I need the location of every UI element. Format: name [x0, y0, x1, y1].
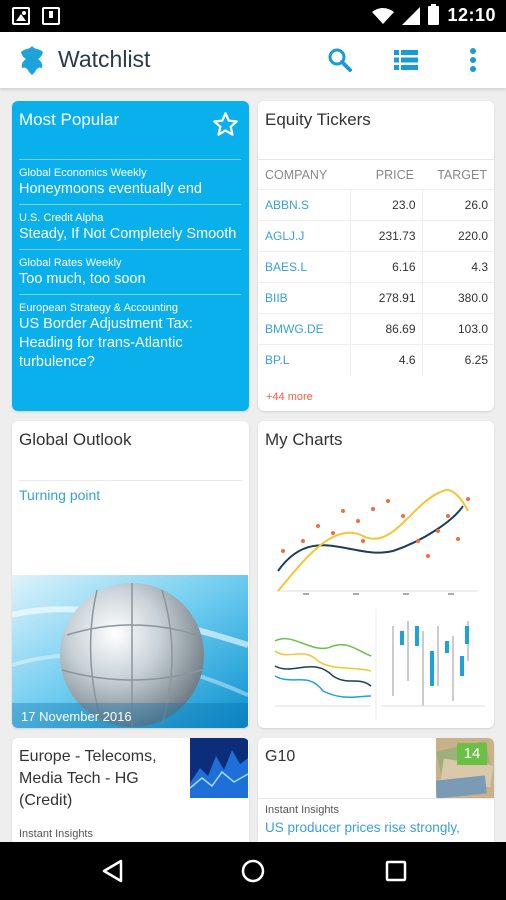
article-category: Global Economics Weekly [19, 167, 147, 179]
ticker-price: 278.91 [349, 282, 422, 314]
star-icon[interactable] [212, 111, 239, 138]
article-category: U.S. Credit Alpha [19, 212, 104, 224]
table-header: COMPANY PRICE TARGET [258, 159, 494, 190]
article-headline: US Border Adjustment Tax: Heading for tr… [19, 316, 193, 370]
list-item[interactable]: Global Rates Weekly Too much, too soon [19, 249, 241, 294]
list-icon [394, 50, 418, 70]
navigation-bar [0, 842, 506, 900]
article-headline: Steady, If Not Completely Smooth [19, 226, 237, 242]
back-button[interactable] [97, 856, 127, 886]
recents-button[interactable] [381, 856, 411, 886]
article-category: European Strategy & Accounting [19, 302, 178, 314]
table-row[interactable]: BP.L 4.6 6.25 [258, 344, 494, 376]
status-bar: 12:10 [0, 0, 506, 32]
charts-thumbnail [263, 481, 489, 721]
article-headline: Too much, too soon [19, 271, 146, 287]
system-status: 12:10 [372, 4, 496, 26]
article-headline: Honeymoons eventually end [19, 181, 202, 197]
list-item[interactable]: European Strategy & Accounting US Border… [19, 294, 241, 377]
table-row[interactable]: AGLJ.J 231.73 220.0 [258, 220, 494, 252]
ticker-target: 103.0 [421, 313, 494, 345]
search-icon [328, 48, 352, 72]
unread-count-badge: 14 [457, 743, 487, 765]
column-header: PRICE [350, 159, 422, 190]
ticker-symbol[interactable]: AGLJ.J [258, 220, 350, 252]
list-view-button[interactable] [388, 42, 424, 78]
list-item[interactable]: Global Economics Weekly Honeymoons event… [19, 159, 241, 204]
table-row[interactable]: BMWG.DE 86.69 103.0 [258, 313, 494, 345]
table-row[interactable]: BIIB 278.91 380.0 [258, 282, 494, 314]
equity-tickers-card[interactable]: Equity Tickers COMPANY PRICE TARGET ABBN… [258, 101, 494, 411]
divider [19, 480, 242, 481]
equity-table: COMPANY PRICE TARGET ABBN.S 23.0 26.0 AG… [258, 159, 494, 376]
ticker-symbol[interactable]: BAES.L [258, 251, 350, 283]
column-header: TARGET [422, 159, 494, 190]
my-charts-card[interactable]: My Charts [258, 421, 494, 728]
report-tag: Instant Insights [265, 804, 339, 816]
report-tag: Instant Insights [19, 828, 93, 840]
home-button[interactable] [238, 856, 268, 886]
back-icon [102, 859, 123, 883]
puzzle-globe-image [12, 575, 248, 728]
more-vert-icon [470, 48, 476, 72]
ticker-symbol[interactable]: BIIB [258, 282, 350, 314]
recents-icon [385, 860, 407, 882]
eagle-logo-icon [21, 46, 43, 75]
report-title: Europe - Telecoms, Media Tech - HG (Cred… [19, 748, 157, 809]
article-category: Global Rates Weekly [19, 257, 122, 269]
table-row[interactable]: BAES.L 6.16 4.3 [258, 251, 494, 283]
divider [258, 798, 494, 799]
clock: 12:10 [447, 5, 496, 25]
home-icon [241, 859, 265, 883]
ticker-price: 4.6 [349, 344, 422, 376]
report-thumbnail-image [190, 738, 248, 798]
ticker-symbol[interactable]: ABBN.S [258, 189, 350, 221]
ticker-price: 231.73 [349, 220, 422, 252]
report-headline[interactable]: US producer prices rise strongly, [265, 820, 460, 835]
popular-list: Global Economics Weekly Honeymoons event… [19, 159, 241, 377]
download-notification-icon [42, 7, 60, 25]
overflow-menu-button[interactable] [455, 42, 491, 78]
publish-date: 17 November 2016 [21, 709, 132, 724]
most-popular-title: Most Popular [19, 110, 120, 129]
page-title: Watchlist [58, 46, 151, 72]
ticker-price: 6.16 [349, 251, 422, 283]
ticker-target: 6.25 [421, 344, 494, 376]
ticker-price: 23.0 [349, 189, 422, 221]
global-outlook-card[interactable]: Global Outlook Turning point 17 November… [12, 421, 249, 728]
notification-icons [12, 7, 60, 25]
table-row[interactable]: ABBN.S 23.0 26.0 [258, 189, 494, 221]
most-popular-card[interactable]: Most Popular Global Economics Weekly Hon… [12, 101, 249, 411]
outlook-link[interactable]: Turning point [19, 487, 100, 503]
wifi-icon [372, 7, 395, 24]
ticker-target: 220.0 [421, 220, 494, 252]
more-tickers-link[interactable]: +44 more [266, 391, 313, 403]
image-notification-icon [12, 7, 30, 25]
battery-icon [428, 4, 440, 25]
ticker-symbol[interactable]: BMWG.DE [258, 313, 350, 345]
ticker-price: 86.69 [349, 313, 422, 345]
ticker-symbol[interactable]: BP.L [258, 344, 350, 376]
g10-card[interactable]: G10 14 Instant Insights US producer pric… [258, 738, 494, 848]
my-charts-title: My Charts [265, 430, 343, 449]
column-header: COMPANY [258, 159, 350, 190]
search-button[interactable] [322, 42, 358, 78]
ticker-target: 26.0 [421, 189, 494, 221]
europe-telecoms-card[interactable]: Europe - Telecoms, Media Tech - HG (Cred… [12, 738, 249, 848]
report-title: G10 [265, 748, 296, 765]
ticker-target: 380.0 [421, 282, 494, 314]
equity-tickers-title: Equity Tickers [265, 110, 371, 129]
list-item[interactable]: U.S. Credit Alpha Steady, If Not Complet… [19, 204, 241, 249]
global-outlook-title: Global Outlook [19, 430, 132, 449]
app-bar: Watchlist [0, 32, 506, 88]
signal-icon [402, 6, 421, 25]
ticker-target: 4.3 [421, 251, 494, 283]
